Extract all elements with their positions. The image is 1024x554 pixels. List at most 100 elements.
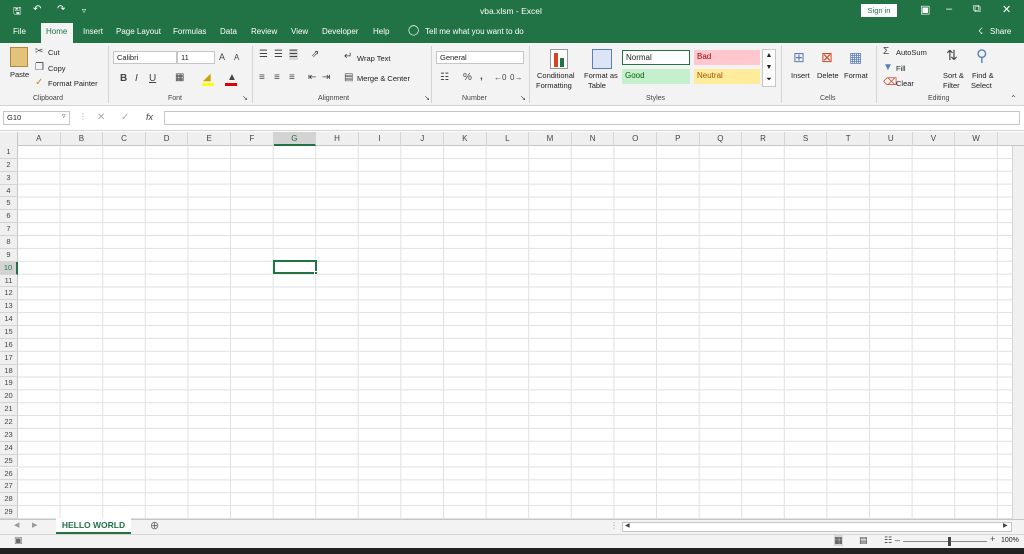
row-header-20[interactable]: 20 — [0, 390, 18, 404]
fill-handle[interactable] — [314, 271, 318, 275]
normal-view-icon[interactable]: ▦ — [834, 535, 843, 546]
align-right-icon[interactable]: ≡ — [289, 72, 295, 83]
zoom-level[interactable]: 100% — [1001, 537, 1019, 544]
zoom-in-icon[interactable]: + — [990, 534, 995, 544]
insert-cells-button[interactable]: Insert — [791, 71, 810, 80]
font-color-icon[interactable]: ▲ — [227, 72, 237, 83]
horizontal-scrollbar[interactable] — [622, 522, 1012, 532]
tab-review[interactable]: Review — [251, 27, 277, 36]
tab-insert[interactable]: Insert — [83, 27, 103, 36]
cut-button[interactable]: Cut — [48, 48, 60, 57]
format-painter-icon[interactable]: ✓ — [35, 77, 43, 88]
prev-sheet-icon[interactable]: ◀ — [14, 521, 19, 529]
column-header-w[interactable]: W — [955, 132, 998, 146]
sort-filter-button[interactable]: Sort & — [943, 71, 964, 80]
merge-center-button[interactable]: Merge & Center — [357, 74, 410, 83]
clear-button[interactable]: Clear — [896, 79, 914, 88]
find-select-button[interactable]: Find & — [972, 71, 994, 80]
column-header-h[interactable]: H — [316, 132, 359, 146]
font-dialog-launcher-icon[interactable]: ↘ — [242, 94, 248, 102]
cut-icon[interactable]: ✂ — [35, 46, 43, 57]
page-layout-view-icon[interactable]: ▤ — [859, 535, 868, 546]
undo-icon[interactable]: ↶ — [33, 4, 41, 15]
format-as-table-icon[interactable] — [592, 49, 612, 69]
row-header-4[interactable]: 4 — [0, 184, 18, 198]
scroll-left-icon[interactable]: ◀ — [625, 522, 630, 529]
delete-cells-button[interactable]: Delete — [817, 71, 839, 80]
decrease-decimal-icon[interactable]: 0→ — [510, 73, 522, 82]
close-icon[interactable]: ✕ — [1002, 3, 1011, 16]
next-sheet-icon[interactable]: ▶ — [32, 521, 37, 529]
tab-help[interactable]: Help — [373, 27, 389, 36]
tab-developer[interactable]: Developer — [322, 27, 358, 36]
row-header-29[interactable]: 29 — [0, 506, 18, 519]
collapse-ribbon-icon[interactable]: ⌃ — [1010, 94, 1017, 103]
increase-indent-icon[interactable]: ⇥ — [322, 72, 330, 83]
format-cells-button[interactable]: Format — [844, 71, 868, 80]
column-header-f[interactable]: F — [231, 132, 274, 146]
sign-in-button[interactable]: Sign in — [861, 4, 897, 17]
row-header-12[interactable]: 12 — [0, 287, 18, 301]
ribbon-display-icon[interactable]: ▣ — [920, 3, 930, 16]
column-header-v[interactable]: V — [913, 132, 956, 146]
autosum-icon[interactable]: Σ — [883, 46, 889, 57]
autosum-button[interactable]: AutoSum — [896, 48, 927, 57]
row-header-6[interactable]: 6 — [0, 210, 18, 224]
tell-me-search[interactable]: Tell me what you want to do — [425, 27, 524, 36]
column-header-q[interactable]: Q — [700, 132, 743, 146]
name-box-dropdown-icon[interactable]: ▿ — [62, 112, 66, 120]
tab-page-layout[interactable]: Page Layout — [116, 27, 161, 36]
middle-align-icon[interactable]: ☰ — [274, 49, 283, 60]
tab-formulas[interactable]: Formulas — [173, 27, 206, 36]
format-as-table-button[interactable]: Format as — [584, 71, 618, 80]
style-neutral[interactable]: Neutral — [694, 69, 760, 84]
row-header-16[interactable]: 16 — [0, 338, 18, 352]
font-size-dropdown[interactable]: 11 — [177, 51, 215, 64]
column-header-e[interactable]: E — [188, 132, 231, 146]
bottom-align-icon[interactable]: ☰ — [289, 49, 298, 60]
format-cells-icon[interactable]: ▦ — [849, 49, 862, 66]
maximize-icon[interactable]: ⧉ — [973, 3, 981, 16]
row-header-14[interactable]: 14 — [0, 313, 18, 327]
vertical-scrollbar[interactable] — [1012, 146, 1024, 520]
paste-button[interactable]: Paste — [10, 70, 29, 79]
wrap-text-icon[interactable]: ↵ — [344, 51, 352, 62]
formula-input[interactable] — [164, 111, 1020, 125]
insert-cells-icon[interactable]: ⊞ — [793, 49, 805, 66]
fill-icon[interactable]: ▼ — [883, 62, 893, 73]
tab-file[interactable]: File — [13, 27, 26, 36]
number-format-dropdown[interactable]: General — [436, 51, 524, 64]
align-left-icon[interactable]: ≡ — [259, 72, 265, 83]
row-header-3[interactable]: 3 — [0, 171, 18, 185]
row-header-25[interactable]: 25 — [0, 454, 18, 468]
copy-button[interactable]: Copy — [48, 64, 66, 73]
row-header-9[interactable]: 9 — [0, 248, 18, 262]
row-header-8[interactable]: 8 — [0, 236, 18, 249]
style-bad[interactable]: Bad — [694, 50, 760, 65]
row-header-19[interactable]: 19 — [0, 377, 18, 391]
decrease-indent-icon[interactable]: ⇤ — [308, 72, 316, 83]
save-icon[interactable]: 🖫 — [13, 4, 22, 21]
format-painter-button[interactable]: Format Painter — [48, 79, 98, 88]
row-header-21[interactable]: 21 — [0, 403, 18, 417]
comma-style-button[interactable]: , — [480, 71, 483, 82]
bold-button[interactable]: B — [120, 73, 127, 84]
style-normal[interactable]: Normal — [622, 50, 690, 65]
fill-color-icon[interactable]: ◢ — [203, 72, 211, 83]
decrease-font-icon[interactable]: A — [234, 53, 239, 62]
column-header-t[interactable]: T — [827, 132, 870, 146]
font-name-dropdown[interactable]: Calibri — [113, 51, 177, 64]
zoom-out-icon[interactable]: – — [895, 535, 900, 545]
column-header-o[interactable]: O — [614, 132, 657, 146]
row-header-24[interactable]: 24 — [0, 441, 18, 455]
cancel-entry-icon[interactable]: ✕ — [97, 112, 105, 123]
column-header-l[interactable]: L — [487, 132, 530, 146]
merge-center-icon[interactable]: ▤ — [344, 72, 353, 83]
accounting-format-icon[interactable]: ☷ — [440, 72, 449, 83]
macro-recording-icon[interactable]: ▣ — [14, 535, 23, 546]
row-header-17[interactable]: 17 — [0, 351, 18, 365]
confirm-entry-icon[interactable]: ✓ — [121, 112, 129, 123]
paste-icon[interactable] — [10, 47, 28, 67]
sort-filter-icon[interactable]: ⇅ — [946, 47, 958, 64]
italic-button[interactable]: I — [135, 73, 138, 84]
